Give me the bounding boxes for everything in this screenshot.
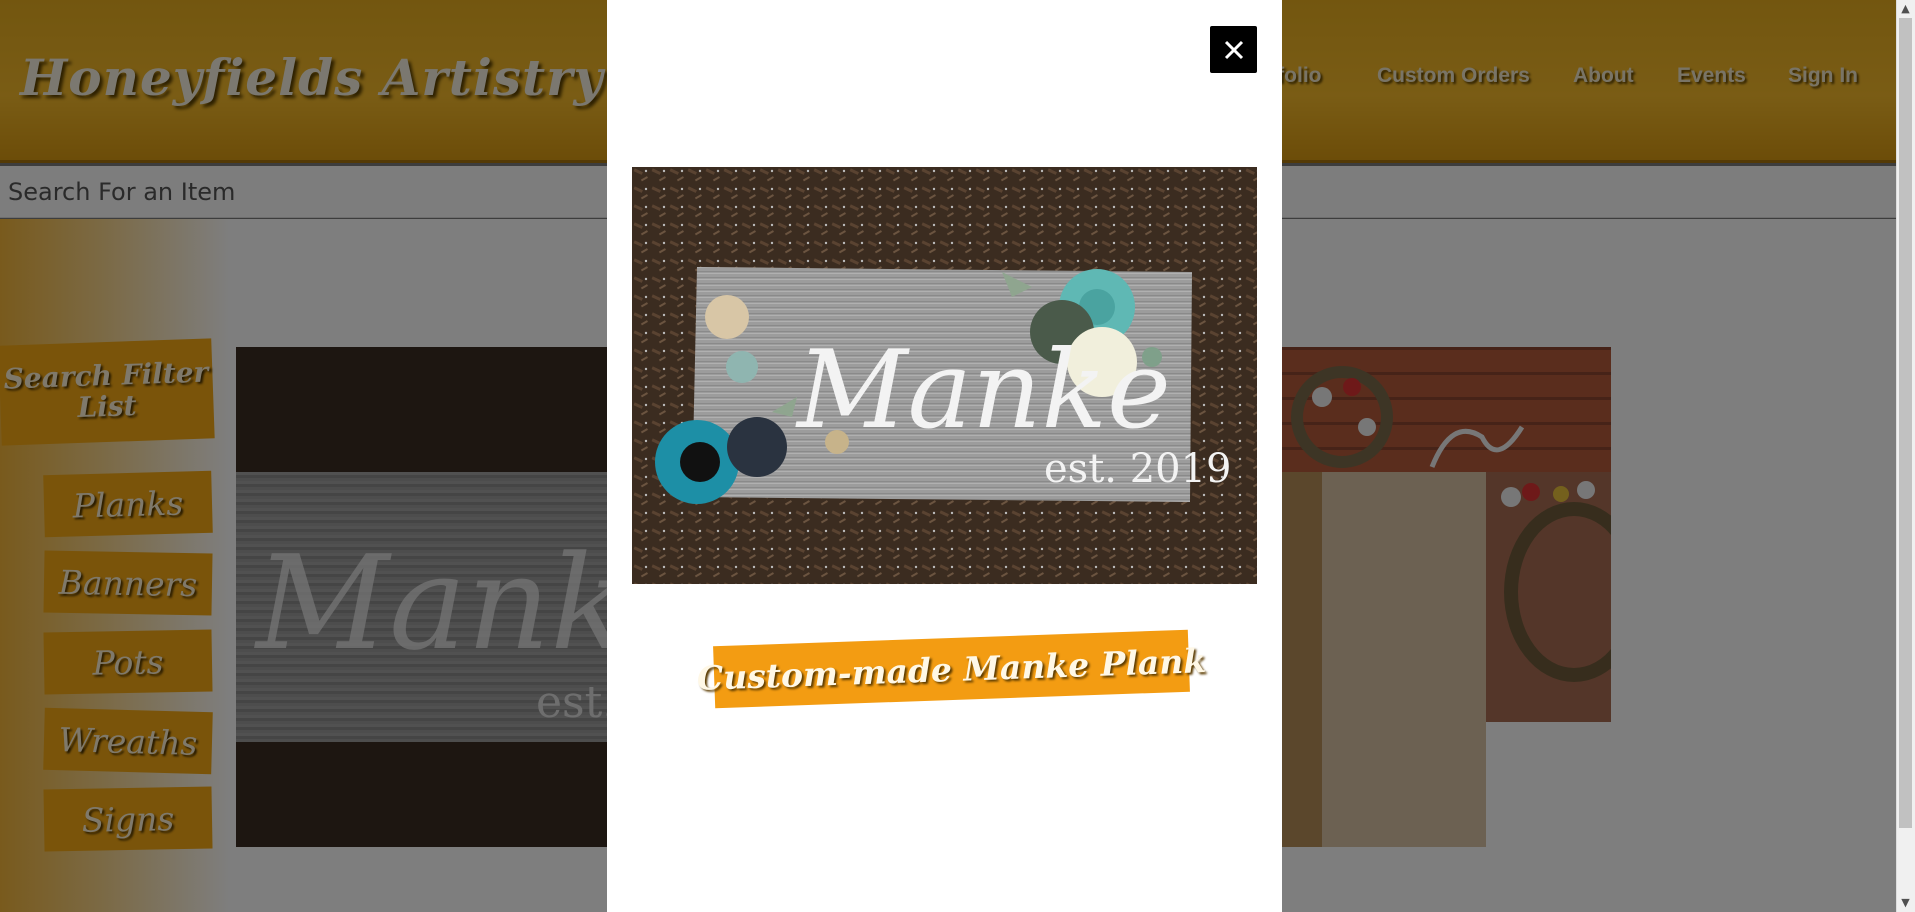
manke-plank-image: Manke est. 2019 [632, 167, 1257, 584]
scroll-down-arrow-icon[interactable]: ▼ [1896, 894, 1915, 912]
scrollbar-thumb[interactable] [1899, 18, 1912, 828]
plank-sub-text: est. 2019 [1044, 446, 1232, 492]
close-modal-button[interactable]: × [1210, 26, 1257, 73]
product-photo: Manke est. 2019 [632, 167, 1257, 584]
page: Honeyfields Artistry rtfolio Custom Orde… [0, 0, 1915, 912]
scroll-up-arrow-icon[interactable]: ▲ [1896, 0, 1915, 18]
plank-main-text: Manke [795, 328, 1171, 453]
close-icon [1224, 40, 1243, 59]
